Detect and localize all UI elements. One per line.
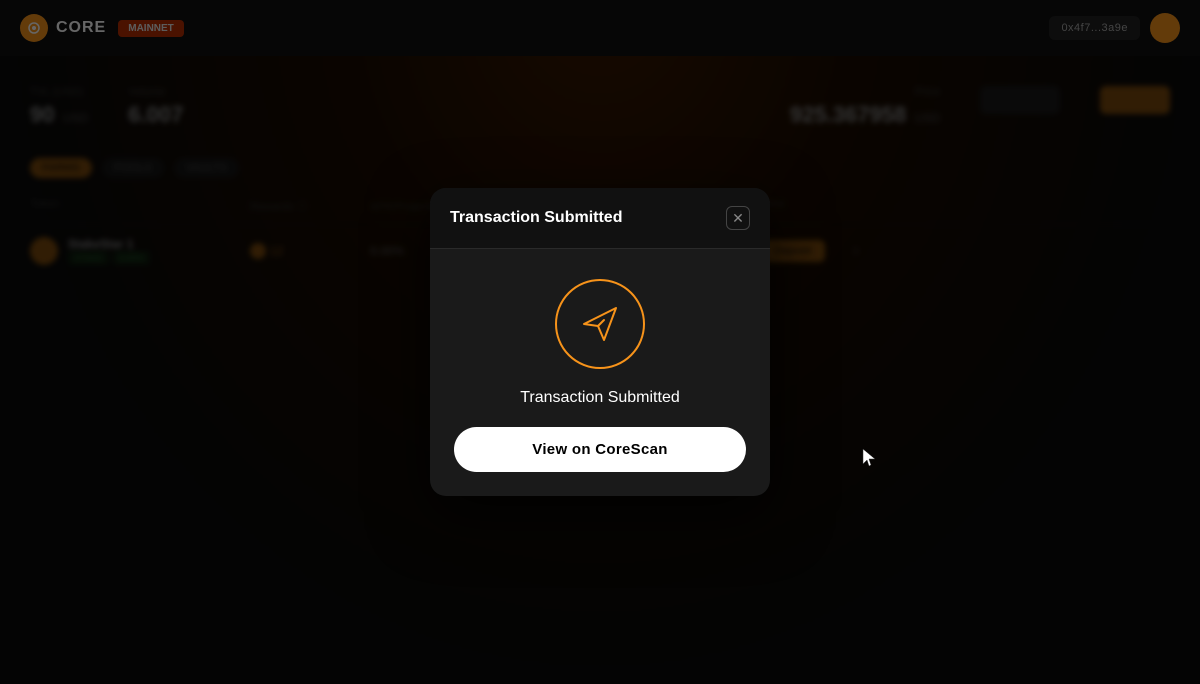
- transaction-modal: Transaction Submitted ✕ Transaction Subm…: [430, 188, 770, 496]
- modal-close-button[interactable]: ✕: [726, 206, 750, 230]
- paper-plane-icon: [576, 300, 624, 348]
- corescan-button[interactable]: View on CoreScan: [454, 427, 746, 472]
- modal-status-text: Transaction Submitted: [520, 389, 679, 407]
- modal-title: Transaction Submitted: [450, 209, 622, 227]
- success-icon-circle: [555, 279, 645, 369]
- modal-overlay: Transaction Submitted ✕ Transaction Subm…: [0, 0, 1200, 684]
- modal-header: Transaction Submitted ✕: [430, 188, 770, 249]
- modal-body: Transaction Submitted View on CoreScan: [430, 249, 770, 496]
